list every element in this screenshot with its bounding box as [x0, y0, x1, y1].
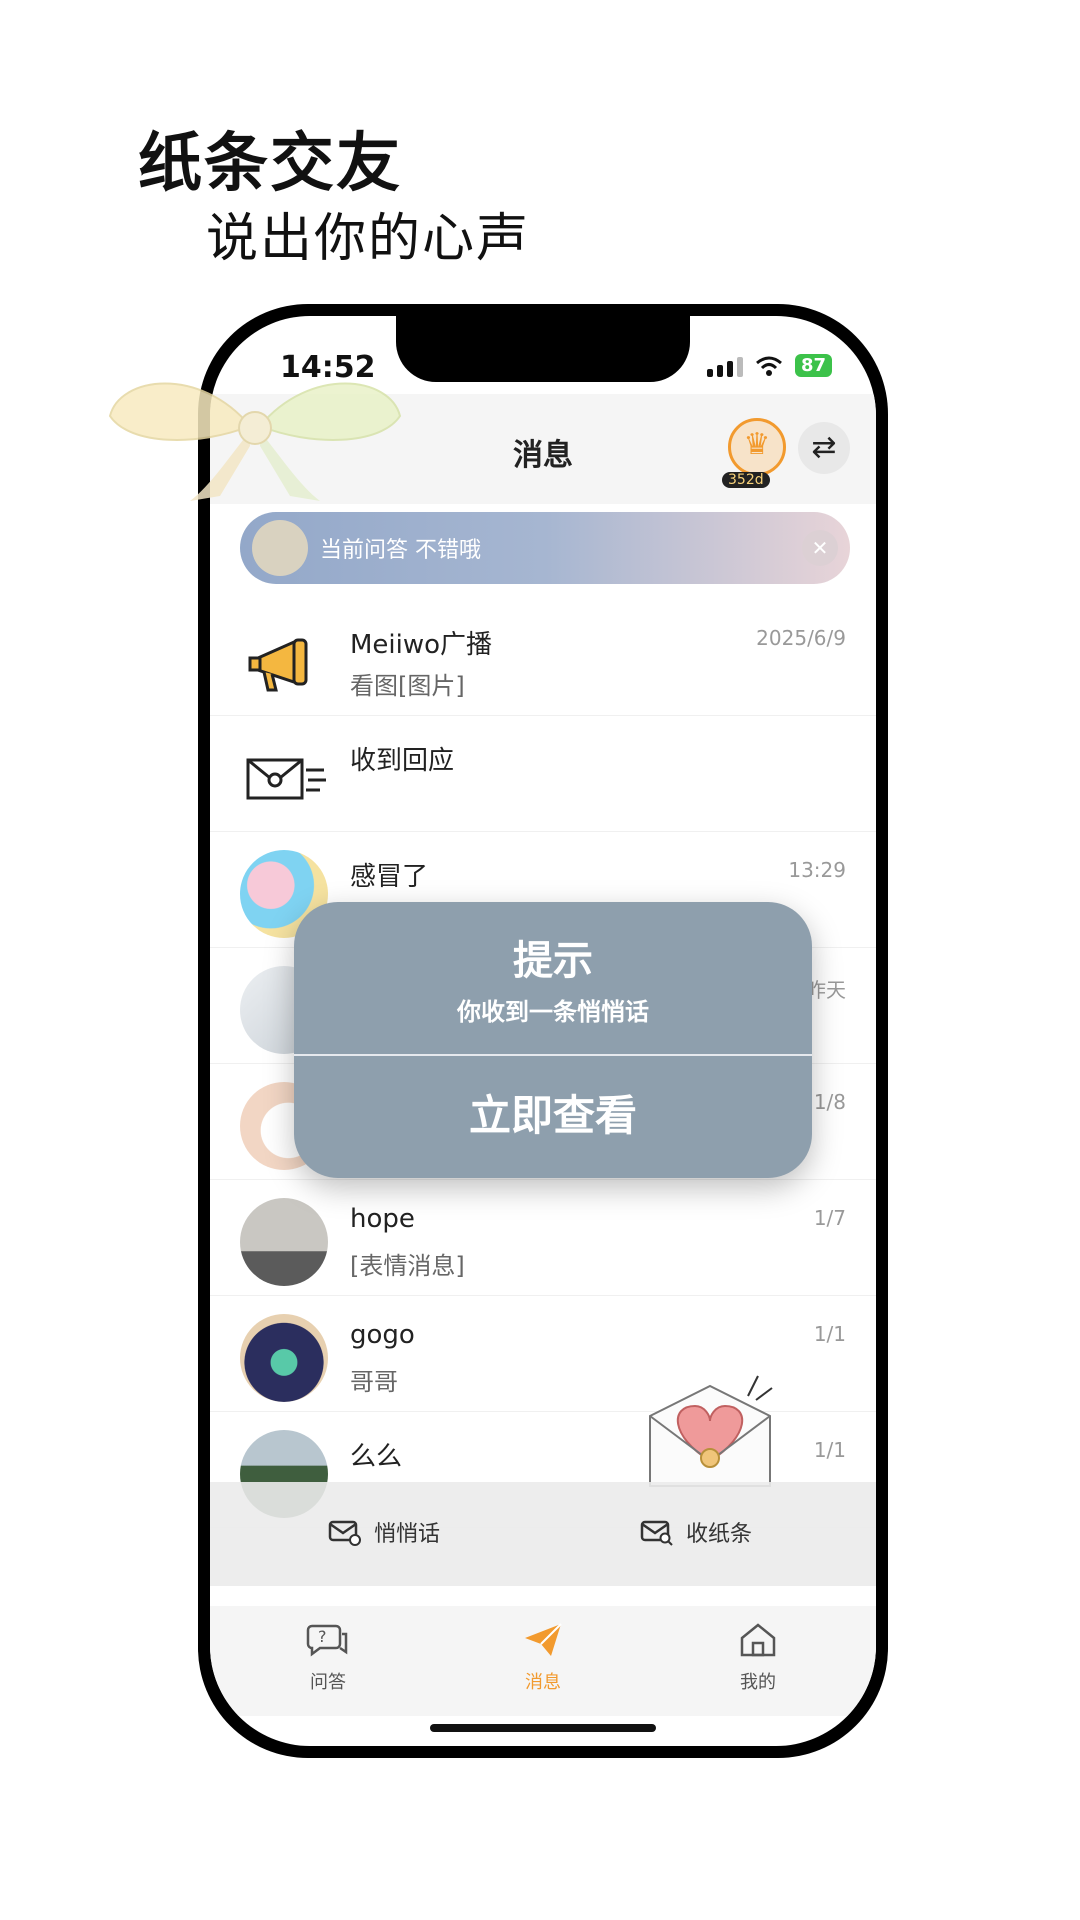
message-row-broadcast[interactable]: Meiiwo广播 看图[图片] 2025/6/9 [210, 600, 876, 716]
message-time: 1/1 [813, 1322, 846, 1346]
avatar [240, 1314, 328, 1402]
home-indicator [430, 1724, 656, 1732]
tab-bar: ? 问答 消息 我的 [210, 1606, 876, 1716]
qa-bubble-icon: ? [306, 1624, 348, 1657]
wifi-icon [755, 356, 782, 376]
promo-subtitle: 说出你的心声 [206, 209, 531, 269]
megaphone-icon [240, 618, 328, 706]
message-time: 1/1 [813, 1438, 846, 1462]
tab-mine[interactable]: 我的 [698, 1622, 818, 1694]
message-row[interactable]: hope [表情消息] 1/7 [210, 1180, 876, 1296]
message-time: 1/7 [813, 1206, 846, 1230]
mail-search-icon [640, 1520, 673, 1546]
message-preview: 看图[图片] [350, 672, 465, 700]
tab-messages[interactable]: 消息 [483, 1622, 603, 1694]
message-name: 么么 [350, 1442, 403, 1472]
mail-send-icon [328, 1520, 361, 1546]
message-name: Meiiwo广播 [350, 630, 493, 660]
switch-button[interactable]: ⇄ [798, 422, 850, 474]
dialog-message: 你收到一条悄悄话 [457, 998, 649, 1026]
envelope-icon [240, 734, 328, 822]
message-time: 2025/6/9 [756, 626, 846, 650]
receive-note-label: 收纸条 [686, 1522, 753, 1547]
bow-decoration [108, 382, 402, 501]
tab-qa[interactable]: ? 问答 [268, 1622, 388, 1694]
vip-days-badge: 352d [722, 472, 770, 488]
vip-crown-icon[interactable]: ♛ [728, 418, 786, 476]
whisper-button[interactable]: 悄悄话 [328, 1516, 440, 1548]
message-time: 昨天 [806, 978, 846, 1002]
home-icon [740, 1623, 776, 1657]
receive-note-button[interactable]: 收纸条 [640, 1516, 752, 1548]
battery-icon: 87 [794, 354, 832, 377]
avatar [240, 1198, 328, 1286]
status-icons: 87 [706, 354, 832, 377]
message-name: gogo [350, 1320, 415, 1350]
message-time: 1/8 [813, 1090, 846, 1114]
phone-frame: 14:52 87 消息 ♛ 352d ⇄ 当前问答 不错哦 ✕ Meiiwo广播… [198, 304, 888, 1758]
message-preview: 哥哥 [350, 1368, 398, 1396]
message-time: 13:29 [788, 858, 846, 882]
notice-dialog: 提示 你收到一条悄悄话 立即查看 [294, 902, 812, 1178]
close-icon[interactable]: ✕ [802, 530, 838, 566]
tab-mine-label: 我的 [740, 1672, 776, 1693]
tab-qa-label: 问答 [310, 1672, 346, 1693]
notch [396, 316, 690, 382]
signal-icon [706, 355, 743, 377]
dialog-title: 提示 [513, 938, 593, 984]
message-name: 感冒了 [350, 862, 429, 892]
message-row-responses[interactable]: 收到回应 [210, 716, 876, 832]
message-preview: [表情消息] [350, 1252, 465, 1280]
announcement-text: 当前问答 不错哦 [320, 538, 481, 563]
announcement-thumbnail [252, 520, 308, 576]
whisper-label: 悄悄话 [374, 1522, 441, 1547]
promo-title: 纸条交友 [138, 127, 402, 201]
message-name: hope [350, 1204, 415, 1234]
svg-text:?: ? [318, 1627, 327, 1646]
dialog-divider [294, 1054, 812, 1056]
message-name: 收到回应 [350, 746, 455, 776]
action-bar: 悄悄话 收纸条 [210, 1482, 876, 1586]
paper-plane-icon [525, 1623, 562, 1656]
heart-envelope-icon [649, 1375, 773, 1487]
phone-screen: 14:52 87 消息 ♛ 352d ⇄ 当前问答 不错哦 ✕ Meiiwo广播… [210, 316, 876, 1746]
announcement-banner[interactable]: 当前问答 不错哦 ✕ [240, 512, 850, 584]
view-now-button[interactable]: 立即查看 [294, 1082, 812, 1143]
tab-messages-label: 消息 [525, 1672, 561, 1693]
